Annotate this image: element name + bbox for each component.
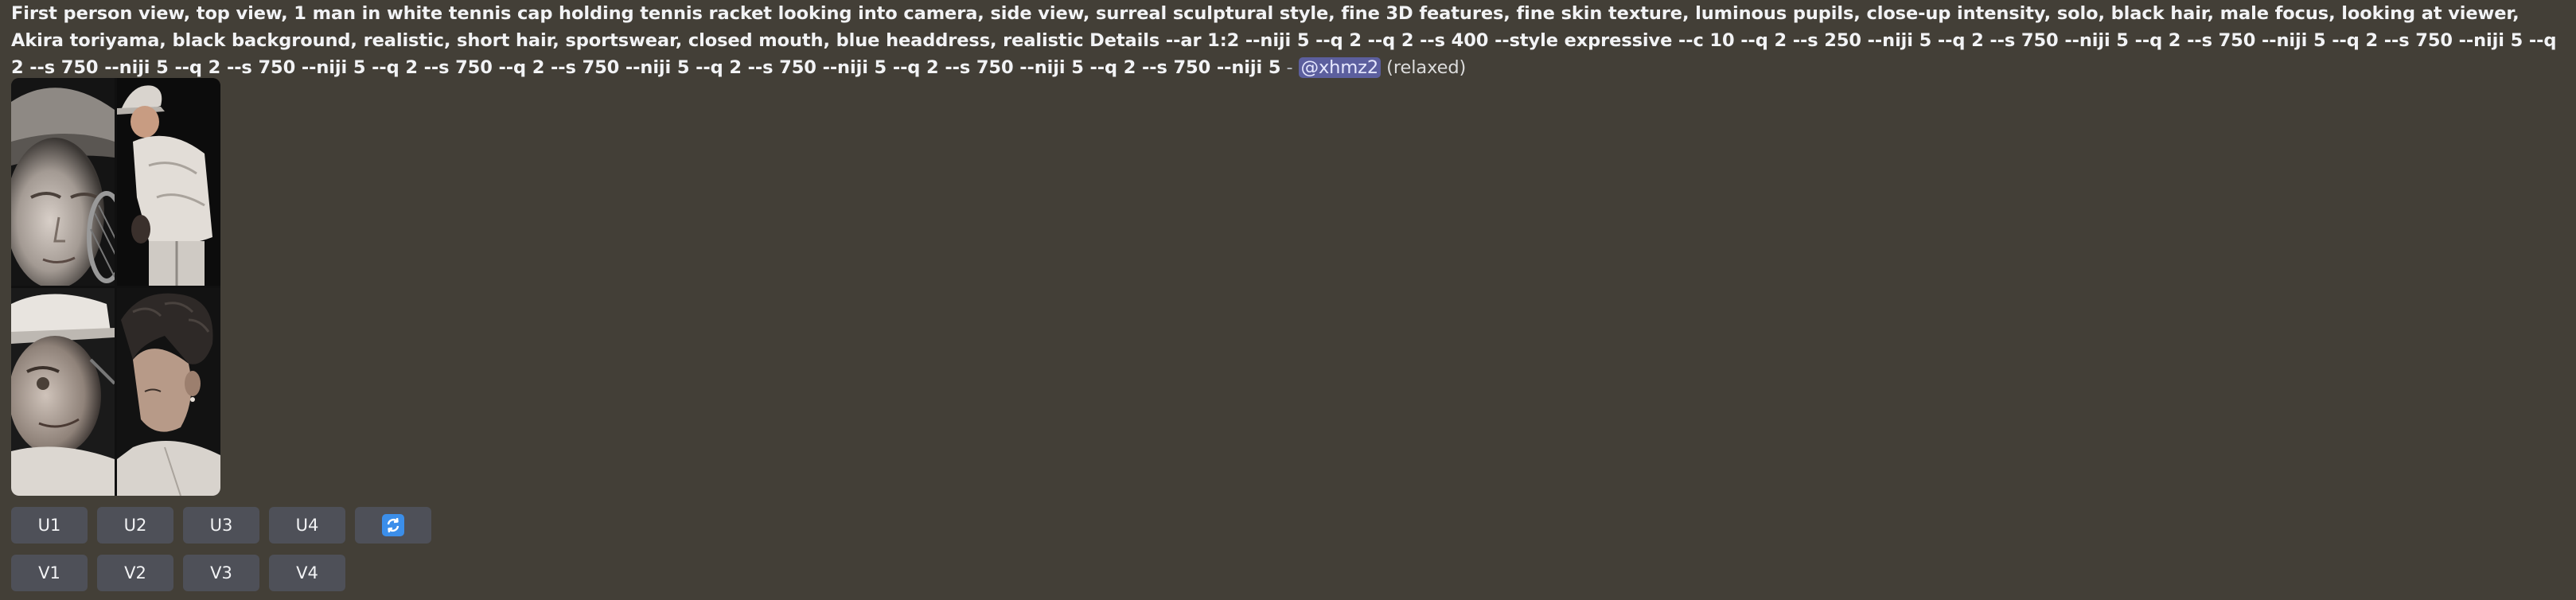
upscale-2-button[interactable]: U2 (97, 507, 173, 544)
reroll-button[interactable] (355, 507, 431, 544)
variation-3-button[interactable]: V3 (183, 555, 259, 591)
variation-2-button[interactable]: V2 (97, 555, 173, 591)
image-grid[interactable] (11, 78, 220, 496)
user-mention[interactable]: @xhmz2 (1298, 57, 1382, 78)
mode-label: (relaxed) (1386, 57, 1467, 78)
separator: - (1280, 57, 1299, 78)
message: First person view, top view, 1 man in wh… (11, 0, 2558, 81)
image-tile-2 (117, 78, 220, 286)
upscale-4-button[interactable]: U4 (269, 507, 345, 544)
upscale-3-button[interactable]: U3 (183, 507, 259, 544)
image-tile-3 (11, 288, 115, 496)
prompt-text: First person view, top view, 1 man in wh… (11, 0, 2558, 81)
variation-4-button[interactable]: V4 (269, 555, 345, 591)
image-tile-1 (11, 78, 115, 286)
image-tile-4 (117, 288, 220, 496)
refresh-icon (382, 514, 404, 536)
upscale-1-button[interactable]: U1 (11, 507, 88, 544)
variation-1-button[interactable]: V1 (11, 555, 88, 591)
